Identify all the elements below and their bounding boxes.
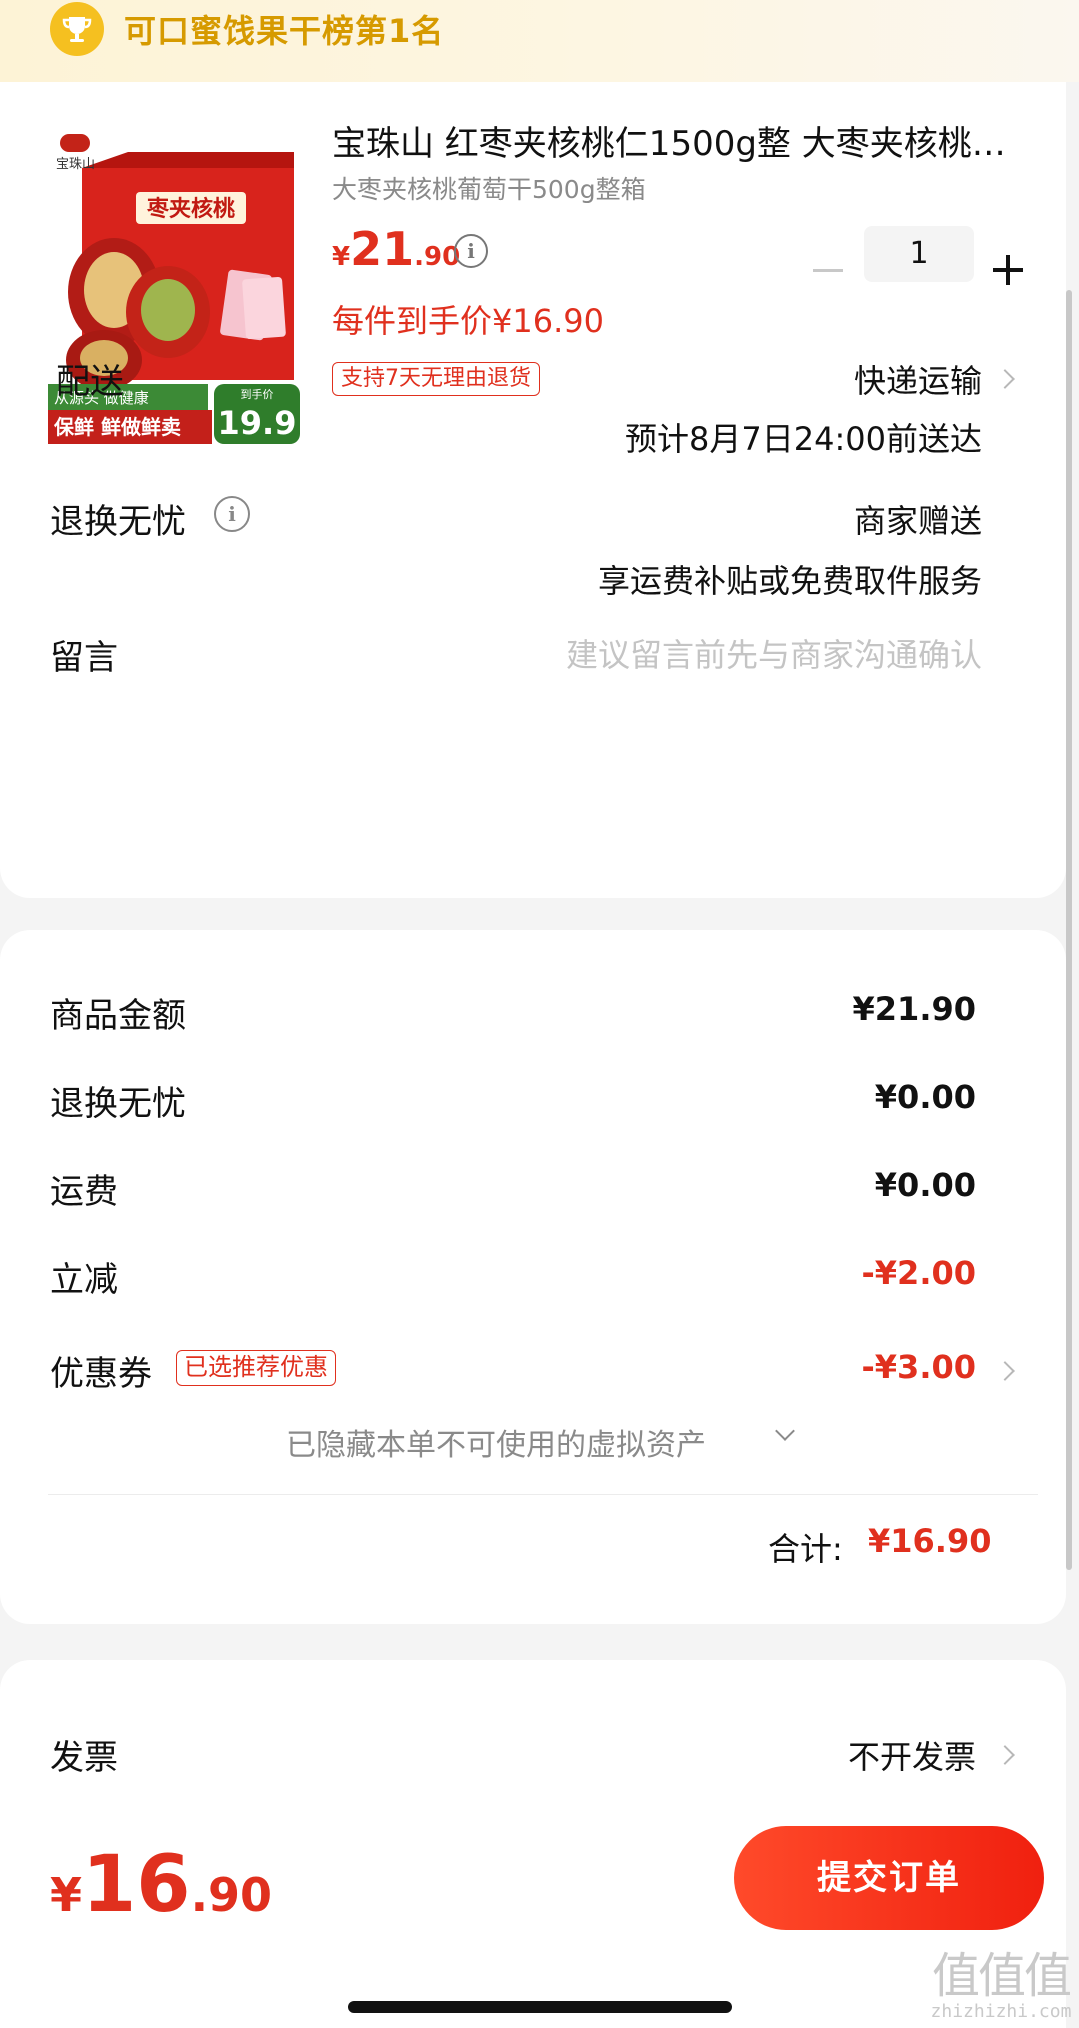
price-integer: 21 [350,222,415,276]
footer-price-currency: ¥ [50,1868,83,1922]
footer-price-integer: 16 [82,1840,191,1930]
quantity-input[interactable]: 1 [864,226,974,282]
footer-total-price: ¥16.90 [50,1840,272,1930]
watermark-mark: 值值值 [931,1948,1072,2004]
watermark-domain: zhizhizhi.com [930,2001,1072,2022]
summary-label-shipping: 运费 [50,1172,118,1212]
delivery-estimate: 预计8月7日24:00前送达 [625,420,982,458]
summary-label-goods: 商品金额 [50,996,186,1036]
trophy-icon [50,2,104,56]
minus-icon [813,268,843,272]
invoice-value[interactable]: 不开发票 [620,1732,976,1778]
coupon-selected-tag[interactable]: 已选推荐优惠 [176,1350,336,1386]
watermark: 值值值 zhizhizhi.com [926,1950,1076,2022]
message-input[interactable]: 建议留言前先与商家沟通确认 [508,630,982,676]
divider [48,1494,1038,1495]
banner-title: 可口蜜饯果干榜第1名 [124,12,445,50]
message-label: 留言 [50,638,118,678]
ranking-banner[interactable]: 可口蜜饯果干榜第1名 [0,0,1079,82]
return-policy-badge: 支持7天无理由退货 [332,362,540,396]
invoice-label: 发票 [50,1738,118,1778]
total-label: 合计: [768,1530,843,1568]
product-spec[interactable]: 大枣夹核桃葡萄干500g整箱 [332,170,646,206]
chevron-right-icon[interactable] [995,1745,1015,1765]
price-decimal: .90 [414,242,461,272]
delivery-method[interactable]: 快递运输 [620,356,982,402]
summary-value-goods: ¥21.90 [852,990,976,1028]
quantity-decrease-button[interactable] [810,252,846,288]
product-title[interactable]: 宝珠山 红枣夹核桃仁1500g整 大枣夹核桃葡萄干500g整箱 [332,116,1032,165]
image-hand-price: 19.9 [218,404,297,442]
brand-logo-text: 宝珠山 [56,157,95,172]
chevron-right-icon[interactable] [995,369,1015,389]
quantity-increase-button[interactable] [990,252,1026,288]
summary-value-discount: -¥2.00 [861,1254,977,1292]
summary-label-return: 退换无忧 [50,1084,186,1124]
price-currency: ¥ [332,242,351,272]
product-image[interactable]: 枣夹核桃 宝珠山 从源头 做健康 保鲜 鲜做鲜卖 到手价 19.9 [48,122,300,454]
unit-price: ¥21.90 [332,222,460,276]
footer-price-decimal: .90 [190,1868,273,1922]
summary-value-return: ¥0.00 [874,1078,976,1116]
chevron-right-icon[interactable] [995,1361,1015,1381]
chevron-down-icon[interactable] [775,1421,795,1441]
summary-value-shipping: ¥0.00 [874,1166,976,1204]
total-value: ¥16.90 [868,1522,992,1560]
submit-order-button[interactable]: 提交订单 [734,1826,1044,1930]
per-item-price: 每件到手价¥16.90 [332,302,604,340]
box-title-text: 枣夹核桃 [146,196,235,222]
coupon-value[interactable]: -¥3.00 [760,1348,977,1386]
delivery-label: 配送 [56,362,124,402]
image-hand-price-label: 到手价 [241,387,274,401]
coupon-label: 优惠券 [50,1354,152,1394]
hidden-assets-toggle[interactable]: 已隐藏本单不可使用的虚拟资产 [286,1420,706,1464]
scrollbar[interactable] [1066,290,1072,1570]
image-tagline-2: 保鲜 鲜做鲜卖 [53,415,181,439]
summary-label-discount: 立减 [50,1260,118,1300]
home-indicator[interactable] [348,2001,732,2013]
order-item-card: 枣夹核桃 宝珠山 从源头 做健康 保鲜 鲜做鲜卖 到手价 19.9 宝珠山 红枣… [0,82,1066,898]
return-service-description: 享运费补贴或免费取件服务 [597,562,982,600]
return-service-value: 商家赠送 [853,502,982,540]
return-service-label: 退换无忧 [50,502,186,542]
price-summary-card: 商品金额 ¥21.90 退换无忧 ¥0.00 运费 ¥0.00 立减 -¥2.0… [0,930,1066,1624]
price-info-icon[interactable]: i [454,234,488,268]
return-service-info-icon[interactable]: i [214,496,250,532]
